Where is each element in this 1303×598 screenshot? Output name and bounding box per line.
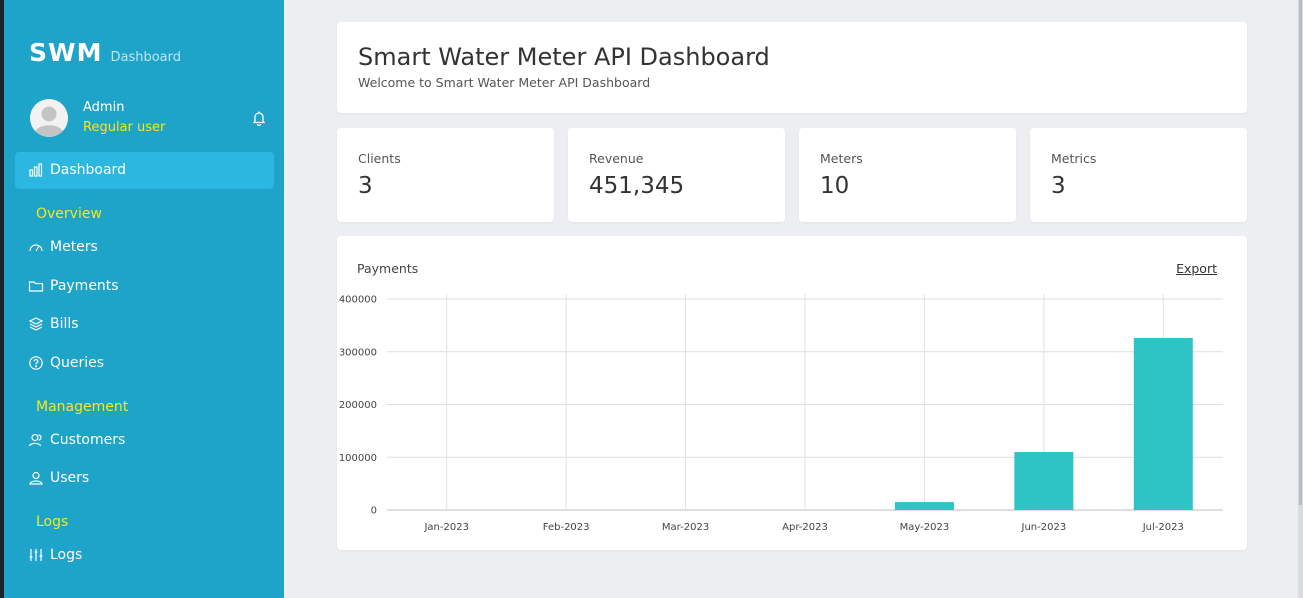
nav-dashboard-label: Dashboard	[50, 162, 126, 178]
nav-item-users[interactable]: Users	[28, 467, 89, 489]
stat-label: Clients	[358, 151, 401, 166]
user-role: Regular user	[83, 120, 166, 135]
section-management: Management	[36, 399, 129, 415]
user-name: Admin	[83, 100, 125, 115]
bar-jul-2023	[1133, 338, 1193, 510]
bar-chart-icon	[28, 162, 44, 178]
x-tick-label: Jun-2023	[1021, 522, 1067, 533]
folder-icon	[28, 278, 44, 294]
bell-icon[interactable]	[250, 109, 268, 127]
speedometer-icon	[28, 239, 44, 255]
nav-payments-label: Payments	[50, 278, 119, 294]
page-subtitle: Welcome to Smart Water Meter API Dashboa…	[358, 75, 651, 90]
section-logs: Logs	[36, 514, 69, 530]
x-tick-label: May-2023	[900, 522, 950, 533]
stat-value: 10	[820, 173, 850, 199]
y-tick-label: 300000	[339, 347, 377, 358]
y-tick-label: 200000	[339, 400, 377, 411]
section-overview: Overview	[36, 206, 102, 222]
stat-value: 451,345	[589, 173, 685, 199]
user-panel: Admin Regular user	[30, 99, 268, 139]
x-tick-label: Apr-2023	[782, 522, 828, 533]
nav-logs-label: Logs	[50, 547, 83, 563]
y-tick-label: 0	[371, 506, 377, 517]
nav-item-logs[interactable]: Logs	[28, 544, 82, 566]
avatar-placeholder-icon	[30, 99, 68, 137]
brand-subtitle: Dashboard	[110, 50, 181, 65]
nav-item-payments[interactable]: Payments	[28, 275, 119, 297]
stat-value: 3	[1051, 173, 1066, 199]
customers-icon	[28, 432, 44, 448]
nav-users-label: Users	[50, 470, 90, 486]
nav-item-customers[interactable]: Customers	[28, 429, 125, 451]
stat-label: Metrics	[1051, 151, 1097, 166]
layers-icon	[28, 316, 44, 332]
x-tick-label: Mar-2023	[662, 522, 709, 533]
stat-card-meters: Meters 10	[799, 128, 1016, 222]
page-title: Smart Water Meter API Dashboard	[358, 43, 770, 71]
sliders-icon	[28, 547, 44, 563]
x-tick-label: Jul-2023	[1142, 522, 1184, 533]
x-tick-label: Jan-2023	[423, 522, 468, 533]
stat-card-metrics: Metrics 3	[1030, 128, 1247, 222]
nav-bills-label: Bills	[50, 316, 79, 332]
stat-value: 3	[358, 173, 373, 199]
bar-jun-2023	[1014, 451, 1074, 510]
page-scrollbar[interactable]	[1298, 0, 1303, 598]
avatar[interactable]	[30, 99, 68, 137]
question-circle-icon	[28, 355, 44, 371]
nav-item-queries[interactable]: Queries	[28, 352, 104, 374]
nav-meters-label: Meters	[50, 239, 98, 255]
brand-title: SWM	[29, 38, 103, 67]
stat-card-revenue: Revenue 451,345	[568, 128, 785, 222]
nav-customers-label: Customers	[50, 432, 126, 448]
brand[interactable]: SWM Dashboard	[29, 38, 181, 67]
scrollbar-thumb[interactable]	[1299, 0, 1302, 505]
y-tick-label: 400000	[339, 295, 377, 306]
user-icon	[28, 470, 44, 486]
sidebar: SWM Dashboard Admin Regular user Dashboa…	[4, 0, 284, 598]
header-card: Smart Water Meter API Dashboard Welcome …	[337, 22, 1247, 113]
y-tick-label: 100000	[339, 453, 377, 464]
nav-item-meters[interactable]: Meters	[28, 236, 98, 258]
nav-dashboard-link[interactable]: Dashboard	[28, 159, 126, 181]
x-tick-label: Feb-2023	[543, 522, 590, 533]
payments-chart-card: Payments Export 0 100000 200000 300000 40000…	[337, 236, 1247, 550]
stat-label: Revenue	[589, 151, 644, 166]
stat-label: Meters	[820, 151, 863, 166]
bar-may-2023	[894, 502, 954, 510]
nav-queries-label: Queries	[50, 355, 105, 371]
nav-item-bills[interactable]: Bills	[28, 313, 79, 335]
stat-card-clients: Clients 3	[337, 128, 554, 222]
payments-bar-chart: 0 100000 200000 300000 400000 Jan-2023 Feb-202…	[339, 294, 1223, 533]
